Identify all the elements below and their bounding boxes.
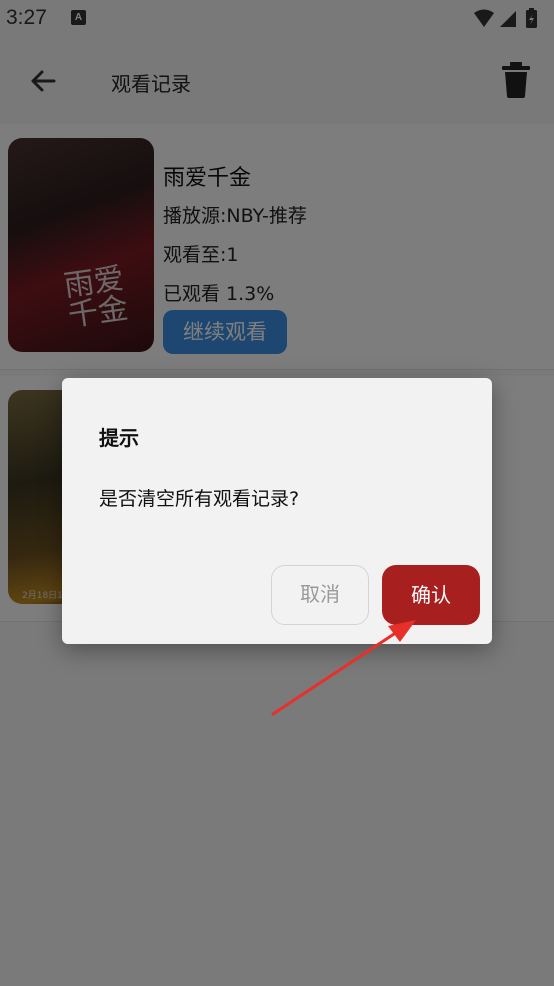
clear-history-dialog: 提示 是否清空所有观看记录? 取消 确认 (62, 378, 492, 644)
dialog-message: 是否清空所有观看记录? (99, 488, 300, 510)
annotation-arrow-icon (271, 620, 416, 716)
dialog-title: 提示 (99, 426, 139, 450)
